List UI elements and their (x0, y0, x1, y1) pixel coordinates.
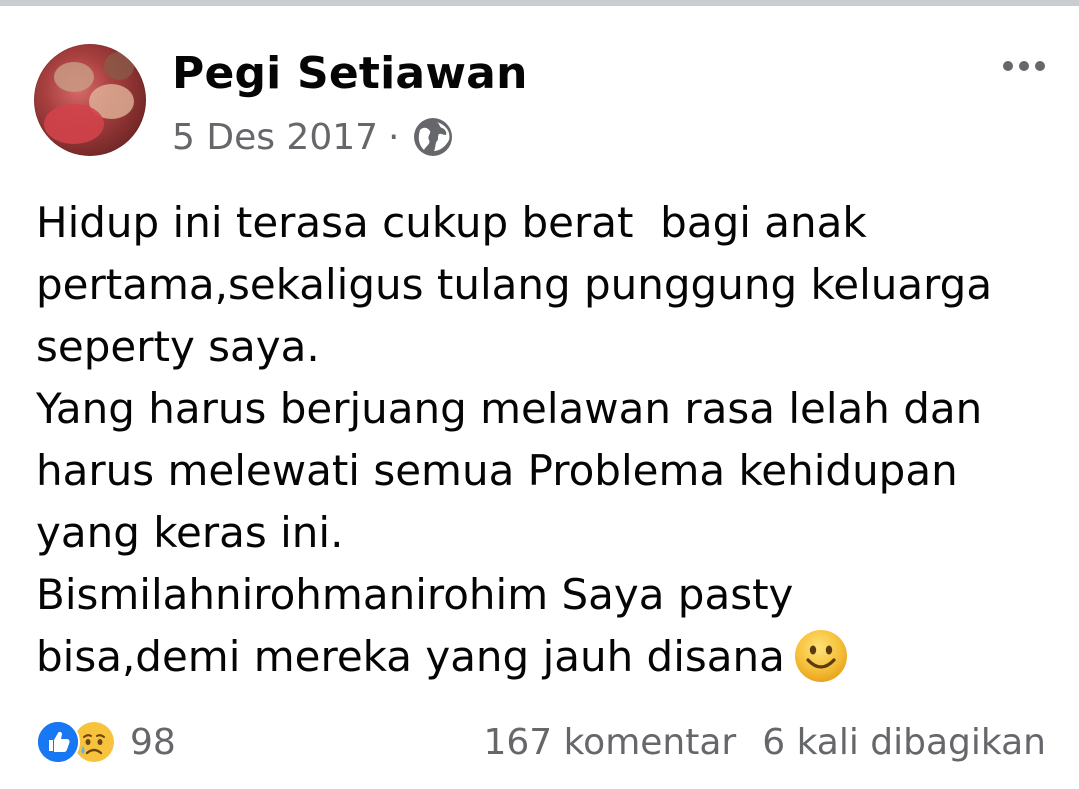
reactions-summary[interactable]: 98 (36, 718, 176, 766)
post-text-line: yang keras ini. (36, 508, 344, 557)
shares-count-link[interactable]: 6 kali dibagikan (762, 722, 1046, 763)
avatar[interactable] (34, 44, 146, 156)
smiling-face-icon (793, 628, 849, 684)
meta-separator: · (388, 116, 400, 158)
post-stats: 167 komentar 6 kali dibagikan (483, 718, 1046, 766)
globe-icon[interactable] (412, 116, 454, 158)
post-text-line: Hidup ini terasa cukup berat bagi anak (36, 198, 867, 247)
post-footer: 98 167 komentar 6 kali dibagikan (36, 718, 1046, 766)
post-meta: 5 Des 2017 · (172, 114, 454, 160)
post-text-line: Yang harus berjuang melawan rasa lelah d… (36, 384, 983, 433)
like-icon (36, 720, 80, 764)
reaction-count: 98 (130, 721, 176, 763)
comments-count-link[interactable]: 167 komentar (483, 722, 736, 763)
more-options-icon[interactable] (999, 46, 1049, 86)
post-text: Hidup ini terasa cukup berat bagi anak p… (36, 192, 1056, 688)
post-text-line: harus melewati semua Problema kehidupan (36, 446, 958, 495)
post-text-line: Bismilahnirohmanirohim Saya pasty (36, 570, 794, 619)
author-name[interactable]: Pegi Setiawan (172, 48, 528, 99)
post-card: Pegi Setiawan 5 Des 2017 · Hidup ini ter… (0, 6, 1079, 789)
post-text-line-last: bisa,demi mereka yang jauh disana (36, 626, 1056, 688)
post-text-line: seperty saya. (36, 322, 320, 371)
post-text-line: pertama,sekaligus tulang punggung keluar… (36, 260, 993, 309)
post-date[interactable]: 5 Des 2017 (172, 117, 378, 158)
post-text-line: bisa,demi mereka yang jauh disana (36, 632, 785, 681)
